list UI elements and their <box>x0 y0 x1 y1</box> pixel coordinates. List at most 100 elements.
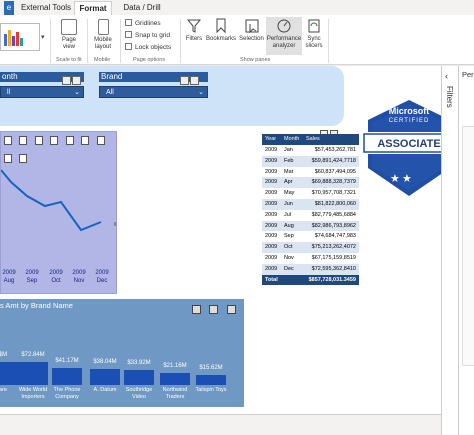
table-row[interactable]: 2009 Jun $81,822,800,060 <box>262 198 359 210</box>
ribbon-tab-bar: e External Tools Format Data / Drill <box>0 0 474 15</box>
bookmarks-pane-button[interactable]: Bookmarks <box>206 17 236 43</box>
table-cell: Sep <box>284 233 294 240</box>
table-row[interactable]: 2009 Feb $59,891,424,7718 <box>262 155 359 167</box>
filter-icon[interactable] <box>96 136 105 145</box>
mobile-layout-button[interactable]: Mobile layout <box>89 19 117 51</box>
table-cell: Mar <box>284 168 294 175</box>
chevron-down-icon: ⌄ <box>198 89 204 96</box>
focus-mode-icon[interactable] <box>62 76 71 85</box>
page-view-label: Page view <box>61 37 76 50</box>
bar[interactable] <box>90 369 120 385</box>
x-axis-year-label: 2009 <box>25 270 39 276</box>
theme-dropdown-icon[interactable]: ▾ <box>41 33 45 41</box>
bar[interactable] <box>0 362 18 385</box>
theme-gallery[interactable] <box>0 23 40 51</box>
brand-slicer[interactable]: Brand All ⌄ <box>99 72 208 102</box>
table-cell: 2009 <box>265 265 278 272</box>
table-row[interactable]: 2009 Aug $82,986,793,8962 <box>262 220 359 232</box>
collapse-chevron-icon[interactable]: ‹ <box>445 71 448 81</box>
right-pane: ‹ Filters Per <box>441 66 474 435</box>
category-axis-label: Northwind Traders <box>162 387 188 400</box>
bar[interactable] <box>124 370 154 385</box>
table-cell: $59,891,424,7718 <box>311 157 356 164</box>
table-header: Year Month Sales <box>262 134 359 145</box>
x-axis-month-label: Nov <box>73 278 85 284</box>
expand-icon[interactable] <box>34 136 43 145</box>
performance-analyzer-button[interactable]: Performance analyzer <box>266 17 302 55</box>
table-row[interactable]: 2009 Nov $67,175,159,8519 <box>262 252 359 264</box>
filters-pane-label: Filters <box>445 86 454 108</box>
bar[interactable] <box>196 375 226 385</box>
category-axis-label: Southridge Video <box>125 387 153 400</box>
line-chart-visual[interactable]: 2009 Aug 2009 Sep 2009 Oct 2009 Nov 2009 Dec <box>0 131 117 294</box>
bar-data-label: $21.16M <box>163 363 187 369</box>
copy-icon[interactable] <box>81 136 90 145</box>
tab-partial[interactable]: e <box>4 1 14 15</box>
table-row[interactable]: 2009 Oct $75,213,262,4072 <box>262 242 359 253</box>
gridlines-label: Gridlines <box>135 20 161 27</box>
tab-data-drill[interactable]: Data / Drill <box>116 1 168 15</box>
bar[interactable] <box>160 373 190 385</box>
month-slicer[interactable]: onth ll ⌄ <box>0 72 84 102</box>
table-cell: Jan <box>284 147 293 153</box>
table-cell: Aug <box>284 222 294 229</box>
bar-chart-title: s Amt by Brand Name <box>0 301 73 310</box>
x-axis-year-label: 2009 <box>95 270 109 276</box>
line-series <box>1 169 102 232</box>
bookmark-icon <box>216 18 226 34</box>
more-options-icon[interactable] <box>226 305 236 314</box>
clear-selection-icon[interactable] <box>190 76 199 85</box>
lock-objects-checkbox[interactable]: Lock objects <box>125 43 171 51</box>
bar-chart-visual[interactable]: s Amt by Brand Name $M are $72.84M Wide Wor… <box>0 299 244 407</box>
column-header-sales[interactable]: Sales <box>306 136 320 142</box>
performance-pane[interactable]: Per <box>458 66 474 435</box>
drill-icon[interactable] <box>192 305 201 314</box>
chevron-down-icon: ⌄ <box>74 89 80 96</box>
selection-pane-button[interactable]: Selection <box>238 17 265 43</box>
performance-analyzer-label: Performance analyzer <box>266 36 302 49</box>
divider <box>120 19 121 63</box>
column-header-month[interactable]: Month <box>284 136 299 142</box>
filters-button-label: Filters <box>185 36 203 42</box>
table-row[interactable]: 2009 Sep $74,684,747,983 <box>262 231 359 243</box>
category-axis-label: Wide World Importers <box>18 387 48 400</box>
table-row[interactable]: 2009 Apr $69,888,328,7379 <box>262 177 359 189</box>
focus-mode-icon[interactable] <box>209 305 219 314</box>
tab-format[interactable]: Format <box>74 1 112 15</box>
drill-down-icon[interactable] <box>19 136 28 145</box>
mobile-layout-icon <box>97 19 109 35</box>
filters-pane-button[interactable]: Filters <box>183 17 205 43</box>
snap-to-grid-checkbox[interactable]: Snap to grid <box>125 31 170 39</box>
expand-all-icon[interactable] <box>50 136 59 145</box>
line-chart-plot <box>1 169 116 232</box>
sync-slicers-button[interactable]: Sync slicers <box>303 17 325 50</box>
month-dropdown[interactable]: ll ⌄ <box>0 86 84 98</box>
sync-slicers-icon <box>308 19 320 33</box>
group-page-options-label: Page options <box>133 57 166 63</box>
bar-data-label: $15.62M <box>199 365 223 371</box>
table-row[interactable]: 2009 May $70,957,708,7321 <box>262 188 359 199</box>
drill-up-icon[interactable] <box>4 136 12 145</box>
gridlines-checkbox[interactable]: Gridlines <box>125 19 161 27</box>
pin-icon[interactable] <box>65 136 74 145</box>
tab-external-tools[interactable]: External Tools <box>20 1 72 15</box>
table-cell: $75,213,262,4072 <box>311 244 356 251</box>
visual-header-icons <box>192 301 236 319</box>
clear-selection-icon[interactable] <box>72 76 81 85</box>
page-view-button[interactable]: Page view <box>56 19 82 51</box>
table-row[interactable]: 2009 Jan $57,453,262,781 <box>262 145 359 156</box>
group-scale-label: Scale to fit <box>56 57 82 63</box>
filters-pane-tab[interactable]: Filters <box>444 86 456 126</box>
bar[interactable] <box>18 362 48 385</box>
column-header-year[interactable]: Year <box>265 136 276 142</box>
bar-data-label: $38.04M <box>93 359 117 365</box>
table-row[interactable]: 2009 Jul $82,779,485,6884 <box>262 209 359 221</box>
x-axis-month-label: Dec <box>96 278 108 284</box>
table-row[interactable]: 2009 Dec $72,595,362,8410 <box>262 263 359 275</box>
table-row[interactable]: 2009 Mar $60,837,494,095 <box>262 166 359 178</box>
focus-mode-icon[interactable] <box>180 76 189 85</box>
sales-table-visual[interactable]: Year Month Sales 2009 Jan $57,453,262,781 2… <box>262 130 359 285</box>
group-mobile-label: Mobile <box>94 57 111 63</box>
brand-dropdown[interactable]: All ⌄ <box>99 86 208 98</box>
bar[interactable] <box>52 368 82 385</box>
